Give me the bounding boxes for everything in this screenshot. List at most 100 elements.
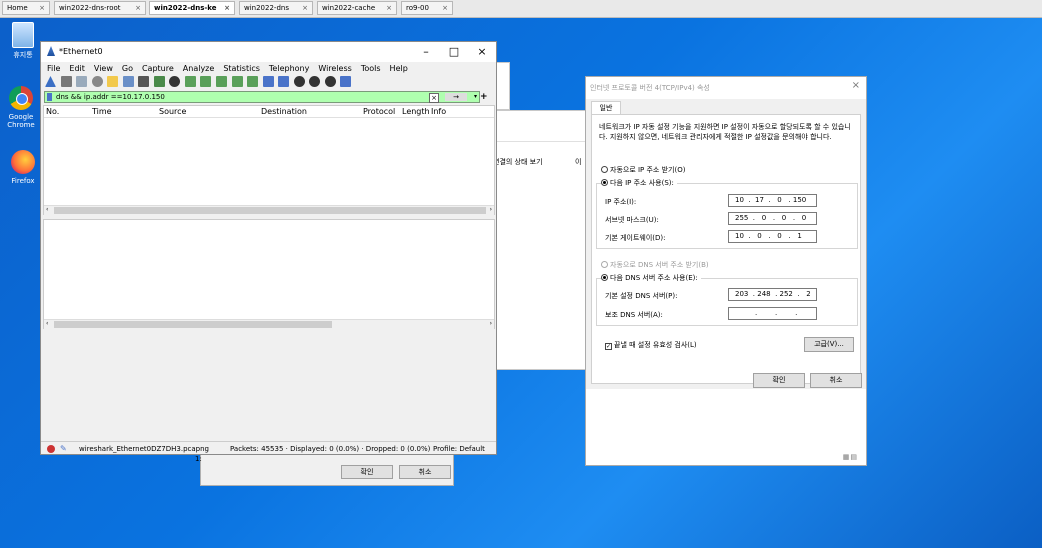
first-packet-icon[interactable] [231,76,243,87]
manual-ip-option[interactable]: 다음 IP 주소 사용(S): [601,178,677,188]
auto-dns-radio[interactable] [601,261,608,268]
ok-button[interactable]: 확인 [341,465,393,479]
bookmark-icon[interactable] [47,93,52,101]
scroll-right-icon[interactable]: › [490,206,492,213]
close-icon[interactable]: × [852,80,860,91]
preferred-dns-field[interactable]: 203 . 248 . 252 . 2 [728,288,817,301]
column-destination[interactable]: Destination [261,107,307,116]
close-icon[interactable]: × [442,2,448,14]
close-button[interactable]: × [468,42,496,62]
tab-home[interactable]: Home × [2,1,50,15]
menu-view[interactable]: View [94,64,113,73]
go-forward-icon[interactable] [200,76,212,87]
display-filter-input[interactable]: dns && ip.addr ==10.17.0.150 [56,93,165,101]
zoom-in-icon[interactable] [293,76,305,87]
advanced-button[interactable]: 고급(V)... [804,337,854,352]
toolbar-overflow-label[interactable]: 이 [575,157,581,167]
column-time[interactable]: Time [92,107,112,116]
close-file-icon[interactable] [138,76,150,87]
close-icon[interactable]: × [386,2,392,14]
packet-list-scrollbar[interactable]: ‹ › [44,205,494,215]
menu-capture[interactable]: Capture [142,64,174,73]
close-icon[interactable]: × [39,2,45,14]
packet-list[interactable]: No. Time Source Destination Protocol Len… [43,105,495,215]
go-back-icon[interactable] [184,76,196,87]
column-protocol[interactable]: Protocol [363,107,395,116]
validate-option[interactable]: ✓ 끝낼 때 설정 유효성 검사(L) [605,340,697,350]
scroll-left-icon[interactable]: ‹ [46,320,48,327]
maximize-button[interactable]: □ [440,42,468,62]
auto-dns-option[interactable]: 자동으로 DNS 서버 주소 받기(B) [601,260,709,270]
minimize-button[interactable]: – [412,42,440,62]
menu-go[interactable]: Go [122,64,133,73]
column-length[interactable]: Length [402,107,430,116]
find-packet-icon[interactable] [169,76,181,87]
menu-statistics[interactable]: Statistics [223,64,260,73]
tab-win2022-dns-ke[interactable]: win2022-dns-ke × [149,1,235,15]
last-packet-icon[interactable] [247,76,259,87]
desktop-icon-chrome[interactable]: Google Chrome [4,86,38,129]
menu-analyze[interactable]: Analyze [183,64,215,73]
stop-capture-icon[interactable] [60,76,72,87]
manual-ip-radio[interactable] [601,179,608,186]
clear-filter-icon[interactable]: × [429,93,439,103]
gateway-field[interactable]: 10 . 0 . 0 . 1 [728,230,817,243]
cancel-button[interactable]: 취소 [399,465,451,479]
scrollbar-thumb[interactable] [54,321,332,328]
subnet-mask-field[interactable]: 255 . 0 . 0 . 0 [728,212,817,225]
desktop-icon-recycle-bin[interactable]: 휴지통 [6,22,40,59]
menu-wireless[interactable]: Wireless [318,64,351,73]
alternate-dns-field[interactable]: . . . [728,307,817,320]
open-file-icon[interactable] [107,76,119,87]
comment-icon[interactable]: ✎ [60,444,67,453]
column-source[interactable]: Source [159,107,186,116]
restart-capture-icon[interactable] [76,76,88,87]
reload-icon[interactable] [153,76,165,87]
tab-win2022-dns[interactable]: win2022-dns × [239,1,313,15]
manual-dns-radio[interactable] [601,274,608,281]
manual-dns-option[interactable]: 다음 DNS 서버 주소 사용(E): [601,273,701,283]
menu-edit[interactable]: Edit [69,64,85,73]
autoscroll-icon[interactable] [262,76,274,87]
tab-win2022-cache[interactable]: win2022-cache × [317,1,397,15]
menu-help[interactable]: Help [390,64,408,73]
connection-status-link[interactable]: 연결의 상태 보기 [493,157,543,167]
menu-file[interactable]: File [47,64,60,73]
add-filter-button[interactable]: + [480,92,488,102]
apply-filter-icon[interactable]: → [445,93,467,101]
close-icon[interactable]: × [224,2,230,14]
auto-ip-option[interactable]: 자동으로 IP 주소 받기(O) [601,165,685,175]
normal-size-icon[interactable] [324,76,336,87]
display-filter-bar[interactable]: dns && ip.addr ==10.17.0.150 × → ▾ [44,91,480,103]
checkbox-checked-icon[interactable]: ✓ [605,343,612,350]
scrollbar-thumb[interactable] [54,207,486,214]
auto-ip-radio[interactable] [601,166,608,173]
expert-info-icon[interactable] [47,445,55,453]
packet-details-scrollbar[interactable]: ‹ › [44,319,494,329]
resize-columns-icon[interactable] [340,76,352,87]
column-no[interactable]: No. [46,107,59,116]
packet-details[interactable]: ‹ › [43,219,495,329]
capture-options-icon[interactable] [91,76,103,87]
cancel-button[interactable]: 취소 [810,373,862,388]
menu-telephony[interactable]: Telephony [269,64,309,73]
go-to-packet-icon[interactable] [216,76,228,87]
view-toggle-icon[interactable]: ▦▤ [843,453,858,461]
colorize-icon[interactable] [278,76,290,87]
tab-win2022-dns-root[interactable]: win2022-dns-root × [54,1,146,15]
tab-general[interactable]: 일반 [591,101,621,115]
close-icon[interactable]: × [135,2,141,14]
desktop-icon-firefox[interactable]: Firefox [6,150,40,185]
save-file-icon[interactable] [122,76,134,87]
menu-tools[interactable]: Tools [361,64,381,73]
ok-button[interactable]: 확인 [753,373,805,388]
close-icon[interactable]: × [302,2,308,14]
scroll-left-icon[interactable]: ‹ [46,206,48,213]
packet-bytes[interactable] [43,333,495,439]
chevron-down-icon[interactable]: ▾ [474,93,477,100]
tab-ro9-00[interactable]: ro9-00 × [401,1,453,15]
scroll-right-icon[interactable]: › [490,320,492,327]
status-profile[interactable]: Profile: Default [433,445,485,453]
zoom-out-icon[interactable] [309,76,321,87]
column-info[interactable]: Info [431,107,446,116]
